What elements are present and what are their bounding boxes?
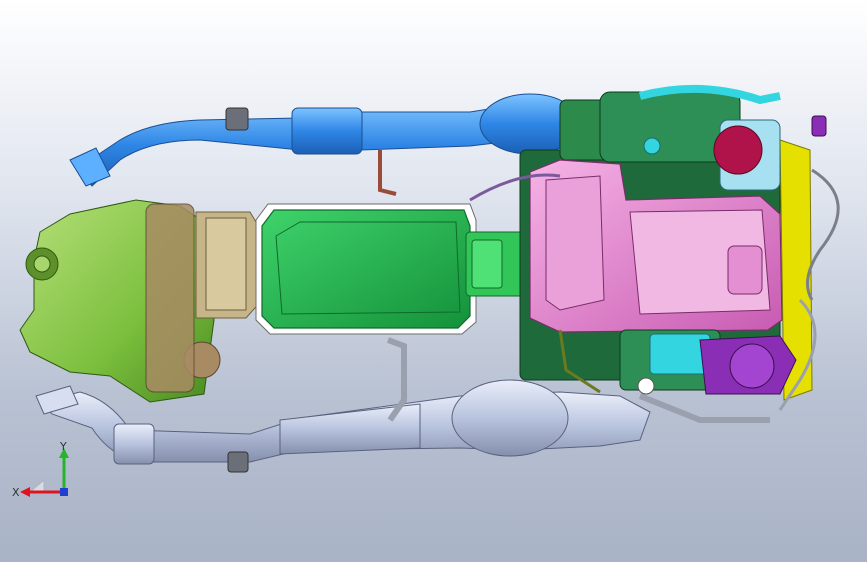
mount-bracket[interactable] [465,231,527,297]
transmission-housing[interactable] [195,211,263,319]
transfer-case[interactable] [19,199,221,403]
cad-3d-viewport[interactable]: Y X [0,0,867,562]
engine-assembly-model[interactable] [0,0,867,562]
transmission-oil-pan[interactable] [255,203,477,335]
coordinate-triad: Y X [12,440,69,499]
z-axis-icon [60,488,68,496]
triad-plane-icon [28,478,45,493]
x-axis-label: X [12,486,20,499]
x-arrow-icon [20,487,30,497]
y-axis-label: Y [59,440,67,453]
